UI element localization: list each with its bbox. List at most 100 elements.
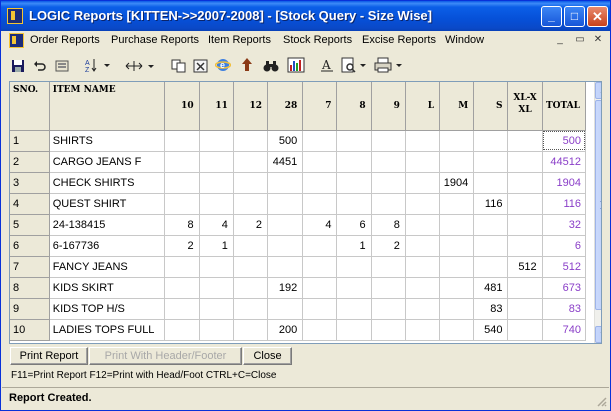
size-s-cell[interactable]: 481 [473,277,509,299]
size-8-cell[interactable] [336,172,372,194]
size-12-cell[interactable] [233,235,269,257]
mdi-minimize-button[interactable]: _ [553,34,567,48]
column-header-size-7[interactable]: 7 [302,82,338,131]
size-7-cell[interactable] [302,193,338,215]
size-10-cell[interactable]: 8 [164,214,200,236]
size-9-cell[interactable]: 2 [371,235,406,257]
table-row[interactable]: 3 CHECK SHIRTS 1904 1904 [10,172,587,194]
size-7-cell[interactable] [302,319,338,341]
column-header-size-28[interactable]: 28 [267,82,304,131]
menu-excise-reports[interactable]: Excise Reports [362,34,436,46]
size-10-cell[interactable] [164,172,200,194]
size-11-cell[interactable] [199,277,234,299]
size-xl-xxl-cell[interactable] [507,298,543,320]
title-bar[interactable]: LOGIC Reports [KITTEN->>2007-2008] - [St… [1,1,610,31]
size-28-cell[interactable] [267,214,304,236]
table-row[interactable]: 1 SHIRTS 500 500 [10,130,587,152]
size-28-cell[interactable]: 200 [267,319,304,341]
column-header-size-9[interactable]: 9 [371,82,406,131]
copy-icon[interactable] [169,57,189,79]
size-12-cell[interactable] [233,130,269,152]
row-sno-cell[interactable]: 6 [10,235,50,257]
size-28-cell[interactable]: 192 [267,277,304,299]
size-l-cell[interactable] [405,172,441,194]
row-sno-cell[interactable]: 10 [10,319,50,341]
item-name-cell[interactable]: KIDS SKIRT [49,277,166,299]
printer-icon[interactable] [373,57,407,79]
internet-icon[interactable]: e [213,57,233,79]
undo-icon[interactable] [31,57,49,79]
upload-icon[interactable] [237,57,257,79]
close-button[interactable]: Close [243,347,292,365]
table-row[interactable]: 2 CARGO JEANS F 4451 44512 [10,151,587,173]
scroll-thumb[interactable] [595,100,601,310]
size-m-cell[interactable]: 1904 [439,172,475,194]
table-row[interactable]: 4 QUEST SHIRT 116 116 [10,193,587,215]
item-name-cell[interactable]: CARGO JEANS F [49,151,166,173]
size-28-cell[interactable]: 4451 [267,151,304,173]
size-10-cell[interactable]: 2 [164,235,200,257]
size-8-cell[interactable]: 1 [336,235,372,257]
column-header-sno[interactable]: SNO. [10,82,50,131]
item-name-cell[interactable]: 24-138415 [49,214,166,236]
chart-icon[interactable] [285,57,307,79]
page-setup-icon[interactable] [339,57,371,79]
size-10-cell[interactable] [164,130,200,152]
resize-grip-icon[interactable] [595,395,607,407]
size-l-cell[interactable] [405,151,441,173]
size-s-cell[interactable] [473,214,509,236]
size-10-cell[interactable] [164,193,200,215]
size-10-cell[interactable] [164,319,200,341]
size-xl-xxl-cell[interactable] [507,277,543,299]
row-sno-cell[interactable]: 4 [10,193,50,215]
size-xl-xxl-cell[interactable] [507,235,543,257]
row-sno-cell[interactable]: 2 [10,151,50,173]
size-m-cell[interactable] [439,277,475,299]
item-name-cell[interactable]: FANCY JEANS [49,256,166,278]
size-xl-xxl-cell[interactable] [507,214,543,236]
size-10-cell[interactable] [164,151,200,173]
row-sno-cell[interactable]: 8 [10,277,50,299]
total-cell[interactable]: 673 [542,277,587,299]
total-cell[interactable]: 32 [542,214,587,236]
column-header-total[interactable]: TOTAL [542,82,587,131]
size-8-cell[interactable] [336,193,372,215]
item-name-cell[interactable]: LADIES TOPS FULL [49,319,166,341]
size-l-cell[interactable] [405,193,441,215]
size-11-cell[interactable] [199,130,234,152]
total-cell[interactable]: 83 [542,298,587,320]
size-11-cell[interactable] [199,151,234,173]
table-row[interactable]: 9 KIDS TOP H/S 83 83 [10,298,587,320]
total-cell[interactable]: 44512 [542,151,587,173]
column-header-size-10[interactable]: 10 [164,82,200,131]
menu-stock-reports[interactable]: Stock Reports [283,34,352,46]
size-11-cell[interactable] [199,256,234,278]
size-s-cell[interactable]: 83 [473,298,509,320]
row-sno-cell[interactable]: 1 [10,130,50,152]
size-s-cell[interactable]: 116 [473,193,509,215]
size-l-cell[interactable] [405,130,441,152]
size-9-cell[interactable] [371,193,406,215]
column-header-size-s[interactable]: S [473,82,509,131]
size-m-cell[interactable] [439,319,475,341]
column-header-size-11[interactable]: 11 [199,82,234,131]
mdi-close-button[interactable]: ✕ [591,34,605,48]
item-name-cell[interactable]: KIDS TOP H/S [49,298,166,320]
item-name-cell[interactable]: 6-167736 [49,235,166,257]
size-s-cell[interactable] [473,256,509,278]
size-9-cell[interactable] [371,151,406,173]
sort-icon[interactable]: AZ [83,57,115,79]
size-m-cell[interactable] [439,298,475,320]
column-header-size-m[interactable]: M [439,82,475,131]
excel-icon[interactable] [191,57,211,79]
size-xl-xxl-cell[interactable] [507,172,543,194]
size-s-cell[interactable]: 540 [473,319,509,341]
menu-window[interactable]: Window [445,34,484,46]
size-8-cell[interactable] [336,319,372,341]
table-row[interactable]: 7 FANCY JEANS 512 512 [10,256,587,278]
save-icon[interactable] [9,57,27,79]
size-8-cell[interactable] [336,256,372,278]
size-12-cell[interactable] [233,256,269,278]
size-12-cell[interactable] [233,193,269,215]
size-l-cell[interactable] [405,319,441,341]
